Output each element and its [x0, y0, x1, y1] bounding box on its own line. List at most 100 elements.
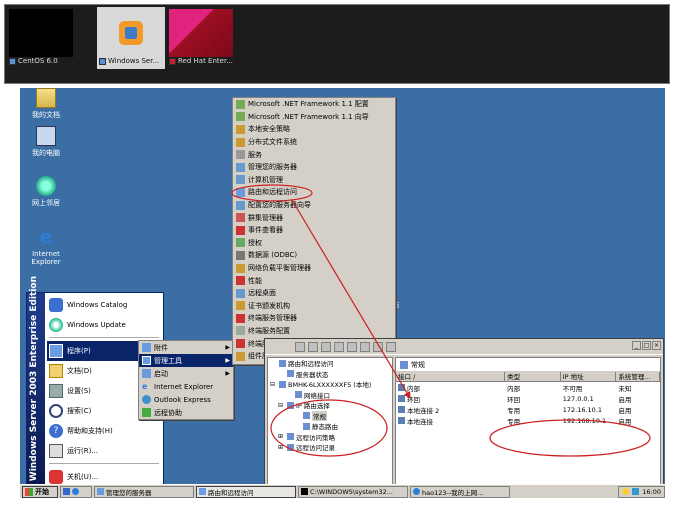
- close-icon[interactable]: ×: [652, 341, 661, 350]
- network-icon[interactable]: [632, 488, 640, 495]
- help-icon[interactable]: [386, 341, 396, 352]
- admin-tool-item[interactable]: 网络负载平衡管理器: [233, 262, 395, 275]
- admin-tool-item[interactable]: 授权: [233, 237, 395, 250]
- start-item-run[interactable]: 运行(R)...: [47, 441, 161, 461]
- admin-tool-item[interactable]: Microsoft .NET Framework 1.1 配置: [233, 98, 395, 111]
- programs-item-ie[interactable]: e Internet Explorer: [139, 380, 233, 393]
- shutdown-icon: [49, 470, 63, 484]
- cell-text: 启用: [618, 417, 632, 426]
- admin-tool-item[interactable]: 计算机管理: [233, 174, 395, 187]
- tree-expander-icon[interactable]: ⊞: [278, 433, 285, 440]
- admin-tool-item[interactable]: 群集管理器: [233, 211, 395, 224]
- admin-tool-item[interactable]: 本地安全策略: [233, 123, 395, 136]
- programs-item-admin-tools[interactable]: 管理工具 ▶: [139, 354, 233, 367]
- admin-tool-item[interactable]: Microsoft .NET Framework 1.1 向导: [233, 111, 395, 124]
- tree-expander-icon[interactable]: ⊞: [278, 444, 285, 451]
- cell-text: 启用: [618, 406, 632, 415]
- admin-tool-item[interactable]: 终端服务配置: [233, 325, 395, 338]
- show-desktop-icon[interactable]: [63, 488, 70, 495]
- desktop-icon-my-documents[interactable]: 我的文档: [22, 88, 70, 120]
- up-icon[interactable]: [321, 341, 331, 352]
- windows-catalog-icon: [49, 298, 63, 312]
- taskbar-task[interactable]: 管理您的服务器: [94, 485, 194, 498]
- admin-tool-item[interactable]: 管理您的服务器: [233, 161, 395, 174]
- taskbar-task[interactable]: hao123--我的上网...: [410, 485, 510, 498]
- tree-node[interactable]: 网络接口: [268, 390, 392, 401]
- admin-tool-item[interactable]: 路由和远程访问: [233, 186, 395, 199]
- admin-tool-item[interactable]: 服务: [233, 148, 395, 161]
- tree-node[interactable]: ⊞ 远程访问策略: [268, 432, 392, 443]
- table-row[interactable]: 本地连接 2 专用 172.16.10.1 启用: [396, 404, 660, 415]
- forward-icon[interactable]: [308, 341, 318, 352]
- menu-item-label: Outlook Express: [154, 395, 211, 404]
- cell-text: 专用: [507, 417, 521, 426]
- column-header[interactable]: 类型: [505, 372, 561, 381]
- table-row[interactable]: 内部 内部 不可用 未知: [396, 382, 660, 393]
- tree-expander-icon[interactable]: ⊟: [278, 402, 285, 409]
- tree-node[interactable]: ⊟ IP 路由选择: [268, 400, 392, 411]
- tree-node[interactable]: ⊞ 远程访问记录: [268, 442, 392, 453]
- vm-tab-centos[interactable]: CentOS 6.0: [7, 7, 75, 69]
- column-header[interactable]: 系统管理...: [616, 372, 660, 381]
- menu-item-label: 事件查看器: [248, 226, 283, 235]
- back-icon[interactable]: [295, 341, 305, 352]
- admin-tool-icon: [236, 351, 245, 361]
- start-item-windows-update[interactable]: Windows Update: [47, 315, 161, 335]
- internet-explorer-icon[interactable]: [72, 488, 79, 495]
- admin-tool-item[interactable]: 数据源 (ODBC): [233, 249, 395, 262]
- export-icon[interactable]: [373, 341, 383, 352]
- column-header[interactable]: 接口 /: [396, 372, 506, 381]
- start-button[interactable]: 开始: [22, 485, 58, 498]
- properties-icon[interactable]: [347, 341, 357, 352]
- start-item-label: 设置(S): [67, 387, 91, 395]
- desktop-icon-my-computer[interactable]: 我的电脑: [22, 126, 70, 158]
- admin-tool-item[interactable]: 终端服务管理器: [233, 312, 395, 325]
- tree-node[interactable]: 服务器状态: [268, 369, 392, 380]
- clock[interactable]: 16:00: [642, 488, 661, 496]
- maximize-icon[interactable]: □: [642, 341, 651, 350]
- admin-tool-item[interactable]: 配置您的服务器向导: [233, 199, 395, 212]
- taskbar-task[interactable]: C:\WINDOWS\system32...: [298, 485, 408, 498]
- rras-icon: [199, 488, 206, 495]
- interface-table: 内部 内部 不可用 未知 环回 环回 127.0.0.1 启用 本地连接 2 专用 172.16.1…: [396, 382, 660, 426]
- admin-tool-item[interactable]: 远程桌面: [233, 287, 395, 300]
- table-cell: 启用: [616, 394, 660, 404]
- menu-item-label: 网络负载平衡管理器: [248, 264, 311, 273]
- table-row[interactable]: 环回 环回 127.0.0.1 启用: [396, 393, 660, 404]
- admin-tool-icon: [236, 238, 245, 248]
- admin-tool-item[interactable]: 性能: [233, 274, 395, 287]
- table-cell: 本地连接 2: [396, 405, 505, 415]
- search-icon: [49, 404, 63, 418]
- tree-node-label: 网络接口: [304, 391, 330, 400]
- programs-item-remote-assist[interactable]: 远程协助: [139, 406, 233, 419]
- show-tree-icon[interactable]: [334, 341, 344, 352]
- table-cell: 启用: [616, 405, 660, 415]
- refresh-icon[interactable]: [360, 341, 370, 352]
- programs-item-accessories[interactable]: 附件 ▶: [139, 341, 233, 354]
- taskbar-task[interactable]: 路由和远程访问: [196, 485, 296, 498]
- vm-tab-windows-server[interactable]: Windows Ser...: [97, 7, 165, 69]
- minimize-icon[interactable]: _: [632, 341, 641, 350]
- tree-node-icon: [287, 443, 294, 451]
- programs-item-outlook[interactable]: Outlook Express: [139, 393, 233, 406]
- admin-tool-icon: [236, 301, 245, 311]
- tree-node[interactable]: 常规: [268, 410, 392, 422]
- vm-tab-redhat[interactable]: Red Hat Enter...: [167, 7, 235, 69]
- tree-node[interactable]: ⊟ BMHK-6LXXXXXXF5 (本地): [268, 379, 392, 390]
- table-row[interactable]: 本地连接 专用 192.168.10.1 启用: [396, 415, 660, 426]
- tree-expander-icon[interactable]: ⊟: [270, 381, 277, 388]
- desktop-icon-internet-explorer[interactable]: e Internet Explorer: [22, 228, 70, 267]
- start-item-windows-catalog[interactable]: Windows Catalog: [47, 295, 161, 315]
- vm-preview: [9, 9, 73, 57]
- start-item-help[interactable]: ? 帮助和支持(H): [47, 421, 161, 441]
- column-header[interactable]: IP 地址: [561, 372, 617, 381]
- tree-node[interactable]: 路由和远程访问: [268, 358, 392, 369]
- tree-node[interactable]: 静态路由: [268, 421, 392, 432]
- admin-tool-item[interactable]: 分布式文件系统: [233, 136, 395, 149]
- programs-item-startup[interactable]: 启动 ▶: [139, 367, 233, 380]
- admin-tool-item[interactable]: 事件查看器: [233, 224, 395, 237]
- desktop-icon-network-places[interactable]: 网上邻居: [22, 176, 70, 208]
- task-label: hao123--我的上网...: [422, 488, 484, 497]
- admin-tool-item[interactable]: 证书颁发机构: [233, 300, 395, 313]
- security-shield-icon[interactable]: [622, 488, 630, 495]
